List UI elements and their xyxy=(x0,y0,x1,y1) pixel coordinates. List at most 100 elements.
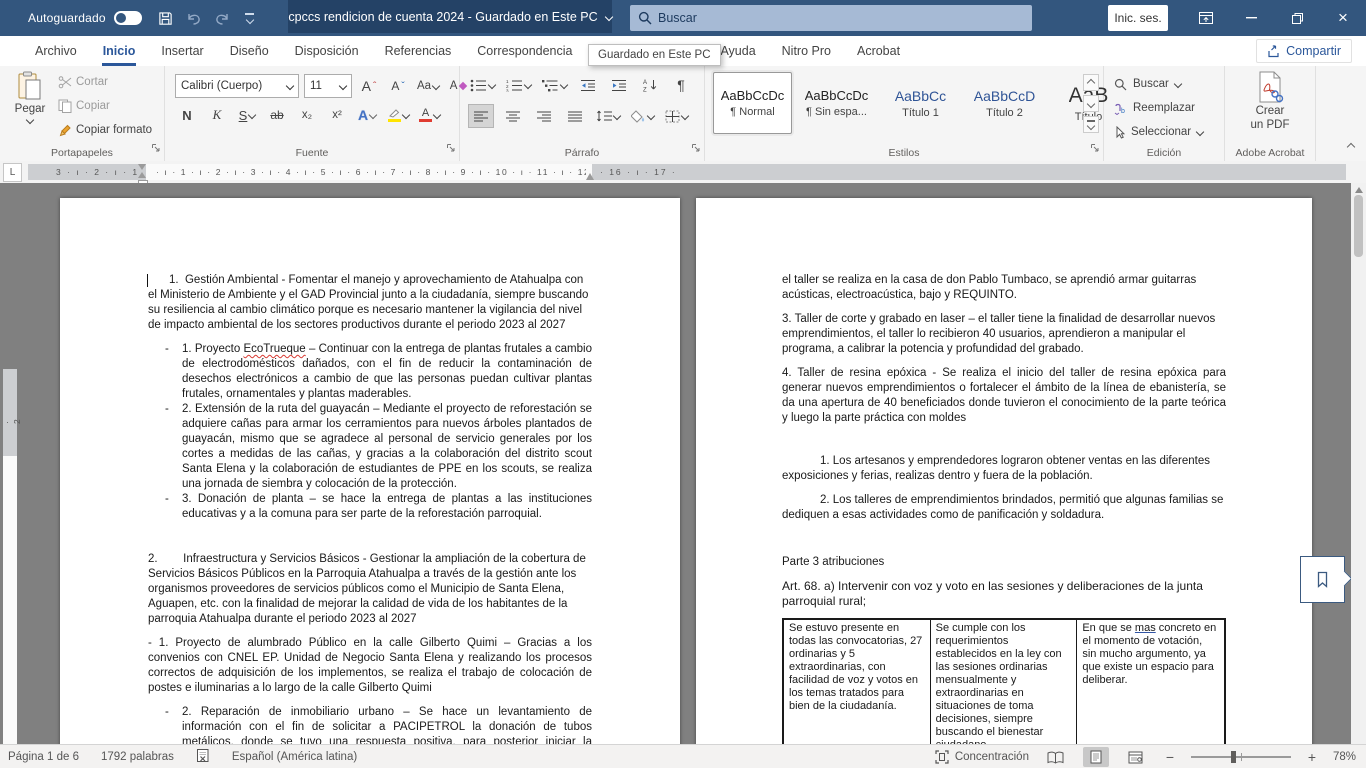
list-item[interactable]: - 1. Proyecto EcoTrueque – Continuar con… xyxy=(162,342,592,402)
zoom-slider[interactable] xyxy=(1191,756,1291,758)
table-cell[interactable]: Se estuvo presente en todas las convocat… xyxy=(784,620,931,744)
justify-button[interactable] xyxy=(563,105,587,127)
grammar-flagged-word[interactable]: mas xyxy=(1135,622,1156,634)
strikethrough-button[interactable]: ab xyxy=(265,104,289,126)
show-formatting-button[interactable]: ¶ xyxy=(669,74,693,96)
right-indent-marker[interactable] xyxy=(586,173,594,180)
change-case-button[interactable]: Aa xyxy=(415,75,441,97)
doc-paragraph[interactable]: 3. Taller de corte y grabado en laser – … xyxy=(782,312,1226,357)
word-count[interactable]: 1792 palabras xyxy=(101,751,174,763)
doc-paragraph[interactable]: el taller se realiza en la casa de don P… xyxy=(782,273,1226,303)
styles-gallery-expand[interactable] xyxy=(1083,116,1099,133)
italic-button[interactable]: K xyxy=(205,104,229,126)
scroll-up-icon[interactable] xyxy=(1355,187,1363,193)
numbering-button[interactable]: 123 xyxy=(504,74,533,96)
font-family-combo[interactable]: Calibri (Cuerpo) xyxy=(175,74,299,98)
bold-button[interactable]: N xyxy=(175,104,199,126)
doc-paragraph[interactable]: 2. Los talleres de emprendimientos brind… xyxy=(782,493,1226,523)
list-item[interactable]: - 2. Reparación de inmobiliario urbano –… xyxy=(162,705,592,744)
undo-button[interactable] xyxy=(180,4,208,32)
bullets-button[interactable] xyxy=(468,74,497,96)
list-item[interactable]: - 3. Donación de planta – se hace la ent… xyxy=(162,492,592,522)
styles-scroll-down[interactable] xyxy=(1083,95,1099,112)
doc-paragraph[interactable]: - 1. Proyecto de alumbrado Público en la… xyxy=(148,636,592,696)
tab-archivo[interactable]: Archivo xyxy=(22,36,90,66)
zoom-in-button[interactable]: + xyxy=(1305,749,1319,765)
comment-indicator[interactable] xyxy=(1300,556,1345,603)
restore-button[interactable] xyxy=(1274,0,1320,36)
tab-disposicion[interactable]: Disposición xyxy=(282,36,372,66)
borders-button[interactable] xyxy=(663,105,690,127)
vertical-scrollbar[interactable] xyxy=(1351,183,1366,744)
web-layout-button[interactable] xyxy=(1123,747,1149,767)
doc-paragraph[interactable]: 4. Taller de resina epóxica - Se realiza… xyxy=(782,366,1226,426)
styles-dialog-launcher[interactable] xyxy=(1090,140,1100,158)
text-effects-button[interactable]: A xyxy=(355,104,379,126)
search-box[interactable] xyxy=(630,5,1032,31)
font-size-combo[interactable]: 11 xyxy=(304,74,352,98)
autosave-toggle[interactable] xyxy=(114,11,142,25)
increase-indent-button[interactable] xyxy=(607,74,631,96)
collapse-ribbon-button[interactable] xyxy=(1348,137,1354,155)
vertical-ruler[interactable]: 1 · 2 xyxy=(3,369,17,744)
tab-nitro-pro[interactable]: Nitro Pro xyxy=(769,36,844,66)
underline-button[interactable]: S xyxy=(235,104,259,126)
select-button[interactable]: Seleccionar xyxy=(1114,122,1203,142)
clipboard-dialog-launcher[interactable] xyxy=(151,140,161,158)
style-heading2[interactable]: AaBbCcD Título 2 xyxy=(965,72,1044,134)
paragraph-dialog-launcher[interactable] xyxy=(691,140,701,158)
multilevel-list-button[interactable] xyxy=(540,74,569,96)
find-button[interactable]: Buscar xyxy=(1114,74,1181,94)
misspelled-word[interactable]: EcoTrueque xyxy=(243,343,305,355)
share-button[interactable]: Compartir xyxy=(1256,39,1352,63)
print-layout-button[interactable] xyxy=(1083,747,1109,767)
zoom-out-button[interactable]: − xyxy=(1163,749,1177,765)
focus-mode-button[interactable]: Concentración xyxy=(935,750,1029,764)
ribbon-display-options-button[interactable] xyxy=(1192,4,1220,32)
decrease-indent-button[interactable] xyxy=(576,74,600,96)
cut-button[interactable]: Cortar xyxy=(58,75,108,89)
doc-paragraph[interactable]: 2. Infraestructura y Servicios Básicos -… xyxy=(148,552,592,627)
table-cell[interactable]: Se cumple con los requerimientos estable… xyxy=(931,620,1078,744)
doc-paragraph[interactable]: 1. Los artesanos y emprendedores lograro… xyxy=(782,454,1226,484)
create-pdf-button[interactable]: Crear un PDF xyxy=(1225,71,1315,131)
zoom-slider-thumb[interactable] xyxy=(1231,751,1236,763)
redo-button[interactable] xyxy=(208,4,236,32)
grow-font-button[interactable]: A xyxy=(357,75,381,97)
doc-paragraph[interactable]: Parte 3 atribuciones xyxy=(782,555,1226,570)
shading-button[interactable] xyxy=(629,105,656,127)
tab-insertar[interactable]: Insertar xyxy=(148,36,216,66)
tab-acrobat[interactable]: Acrobat xyxy=(844,36,913,66)
page-2[interactable]: el taller se realiza en la casa de don P… xyxy=(696,198,1312,744)
language-indicator[interactable]: Español (América latina) xyxy=(232,751,357,763)
document-title[interactable]: cpccs rendicion de cuenta 2024 - Guardad… xyxy=(288,0,612,33)
list-item[interactable]: - 2. Extensión de la ruta del guayacán –… xyxy=(162,402,592,492)
zoom-level[interactable]: 78% xyxy=(1333,751,1356,763)
tab-diseno[interactable]: Diseño xyxy=(217,36,282,66)
doc-table[interactable]: Se estuvo presente en todas las convocat… xyxy=(782,618,1226,744)
style-heading1[interactable]: AaBbCc Título 1 xyxy=(881,72,960,134)
quick-access-toolbar-menu[interactable] xyxy=(236,4,264,32)
paste-button[interactable]: Pegar xyxy=(8,71,52,123)
doc-paragraph[interactable]: Art. 68. a) Intervenir con voz y voto en… xyxy=(782,579,1226,608)
align-center-button[interactable] xyxy=(501,105,525,127)
save-button[interactable] xyxy=(152,4,180,32)
copy-button[interactable]: Copiar xyxy=(58,99,110,113)
tab-inicio[interactable]: Inicio xyxy=(90,36,149,66)
tab-correspondencia[interactable]: Correspondencia xyxy=(464,36,585,66)
shrink-font-button[interactable]: A xyxy=(386,75,410,97)
indent-marker[interactable] xyxy=(138,164,146,178)
tab-stop-selector[interactable]: L xyxy=(3,163,22,182)
font-dialog-launcher[interactable] xyxy=(446,140,456,158)
sign-in-button[interactable]: Inic. ses. xyxy=(1108,5,1168,31)
sort-button[interactable]: AZ xyxy=(638,74,662,96)
search-input[interactable] xyxy=(656,10,940,26)
table-cell[interactable]: En que se mas concreto en el momento de … xyxy=(1077,620,1224,744)
replace-button[interactable]: b Reemplazar xyxy=(1114,98,1195,118)
close-button[interactable]: × xyxy=(1320,0,1366,36)
styles-scroll-up[interactable] xyxy=(1083,74,1099,91)
superscript-button[interactable]: x² xyxy=(325,104,349,126)
tab-referencias[interactable]: Referencias xyxy=(372,36,465,66)
highlight-color-button[interactable] xyxy=(385,104,411,126)
page-1[interactable]: 1. Gestión Ambiental - Fomentar el manej… xyxy=(60,198,680,744)
